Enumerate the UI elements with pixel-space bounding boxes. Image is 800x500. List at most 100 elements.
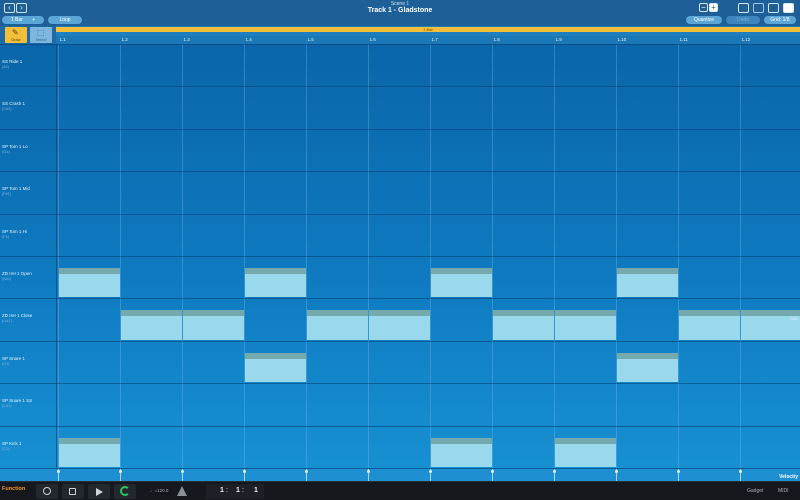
play-button[interactable] (88, 484, 110, 499)
drum-row-note: (C1) (2, 446, 10, 451)
drum-row-note: (G1) (2, 149, 10, 154)
drum-row[interactable]: SS Crash 1 (C#2) (0, 86, 800, 128)
bar-marker: 1.4 (245, 37, 252, 42)
velocity-handle[interactable] (56, 470, 60, 473)
bar-marker: 1.5 (307, 37, 314, 42)
region-bar[interactable]: 1 Bar (56, 27, 800, 32)
note-block[interactable] (430, 268, 492, 298)
drum-row[interactable]: ZD HH 1 Open (A#1) (0, 256, 800, 298)
zoom-in-button[interactable]: + (709, 3, 718, 12)
top-bar: ‹ › Scene 1 Track 1 - Gladstone 1 Bar + … (0, 0, 800, 26)
bar-marker: 1.11 (679, 37, 688, 42)
drum-row-name: ZD HH 1 Open (2, 271, 32, 276)
bar-marker: 1.10 (617, 37, 627, 42)
zoom-out-button[interactable]: − (699, 3, 708, 12)
drum-row-name: ZD HH 1 Close (2, 313, 33, 319)
drum-row-note: (D1) (2, 361, 10, 366)
pencil-icon: ✎ (12, 28, 19, 37)
midi-button[interactable]: MIDI (778, 488, 789, 494)
layout-list-icon[interactable] (768, 3, 779, 13)
velocity-handle[interactable] (428, 470, 432, 473)
drum-row[interactable]: SP Tom 1 Mid (F#1) (0, 171, 800, 213)
note-block[interactable] (740, 310, 800, 340)
bar-marker: 1.2 (121, 37, 128, 42)
velocity-handle[interactable] (366, 470, 370, 473)
select-tool-button[interactable]: ⬚ Select (30, 27, 52, 43)
tempo-display[interactable]: ♩=120.0 (150, 488, 168, 493)
quantize-button[interactable]: Quantize (686, 16, 722, 24)
velocity-handle[interactable] (242, 470, 246, 473)
disabled-button: Undo (726, 16, 760, 24)
note-block[interactable] (306, 310, 368, 340)
metronome-icon[interactable] (177, 486, 187, 496)
note-block[interactable] (120, 310, 182, 340)
velocity-label: Velocity (779, 474, 798, 480)
bar-marker: 1.7 (431, 37, 438, 42)
length-label: 1 Bar (10, 17, 23, 23)
note-block[interactable] (244, 352, 306, 383)
position-display[interactable]: 1 : 1 : 1 (206, 484, 264, 499)
note-block[interactable] (616, 352, 678, 383)
side-note-marker: G#1 (790, 316, 798, 321)
note-block[interactable] (58, 437, 120, 467)
control-bar: Function ♩=120.0 1 : 1 : 1 Gadget MIDI (0, 481, 800, 500)
velocity-handle[interactable] (304, 470, 308, 473)
velocity-handle[interactable] (614, 470, 618, 473)
drum-row-name: SP Tom 1 Mid (2, 186, 30, 192)
drum-row-note: (A2) (2, 65, 10, 69)
cursor-icon: ⬚ (37, 28, 45, 37)
draw-tool-button[interactable]: ✎ Draw (5, 27, 27, 43)
drum-row-name: SP Snare 1 (2, 355, 25, 361)
drum-row-name: SP Snare 1 SS (2, 398, 33, 404)
note-block[interactable] (368, 310, 430, 340)
drum-row[interactable]: SP Snare 1 SS (C#1) (0, 383, 800, 425)
drum-row-name: SP Tom 1 Lo (2, 143, 28, 149)
bar-ruler[interactable]: 1.1 1.2 1.3 1.4 1.5 1.6 1.7 1.8 1.9 1.10 1.11 1.12 (56, 36, 800, 44)
drum-row-note: (A#1) (2, 277, 12, 281)
velocity-handle[interactable] (180, 470, 184, 473)
function-button[interactable]: Function (2, 486, 25, 492)
bar-marker: 1.12 (741, 37, 751, 42)
velocity-strip[interactable]: Velocity (0, 468, 800, 481)
note-block[interactable] (244, 268, 306, 298)
layout-split-icon[interactable] (753, 3, 764, 13)
record-button[interactable] (36, 484, 58, 499)
bar-marker: 1.1 (59, 37, 66, 42)
gadget-button[interactable]: Gadget (747, 488, 763, 494)
drum-row-name: SS Crash 1 (2, 101, 26, 107)
stop-button[interactable] (62, 484, 84, 499)
velocity-handle[interactable] (118, 470, 122, 473)
velocity-handle[interactable] (552, 470, 556, 473)
bar-marker: 1.8 (493, 37, 500, 42)
grid-selector[interactable]: Grid: 1/8 (764, 16, 796, 24)
note-block[interactable] (58, 268, 120, 298)
drum-row[interactable]: SP Tom 1 Lo (G1) (0, 128, 800, 171)
layout-single-icon[interactable] (738, 3, 749, 13)
layout-full-icon[interactable] (783, 3, 794, 13)
note-block[interactable] (554, 437, 616, 467)
velocity-handle[interactable] (738, 470, 742, 473)
play-icon (96, 488, 103, 496)
note-block[interactable] (616, 268, 678, 298)
piano-roll-grid[interactable]: SS Ride 1 (A2) SS Crash 1 (C#2) SP Tom 1 Lo(… (0, 44, 800, 468)
velocity-handle[interactable] (490, 470, 494, 473)
drum-row[interactable]: SS Ride 1 (A2) (0, 44, 800, 86)
note-block[interactable] (554, 310, 616, 340)
note-block[interactable] (678, 310, 740, 340)
note-block[interactable] (182, 310, 244, 340)
drum-row-name: SP Kick 1 (2, 440, 22, 446)
drum-row[interactable]: SP Snare 1 (D1) (0, 340, 800, 383)
note-block[interactable] (430, 437, 492, 467)
drum-row[interactable]: SP Kick 1 (C1) (0, 425, 800, 468)
velocity-handle[interactable] (676, 470, 680, 473)
drum-row-note: (C#2) (2, 107, 12, 112)
bar-marker: 1.9 (555, 37, 562, 42)
length-selector[interactable]: 1 Bar + (2, 16, 44, 24)
loop-button[interactable]: Loop (48, 16, 82, 24)
cycle-icon (120, 486, 130, 496)
cycle-button[interactable] (114, 484, 136, 499)
note-block[interactable] (492, 310, 554, 340)
drum-row[interactable]: SP Tom 1 Hi (F1) (0, 213, 800, 256)
region-strip: 1 Bar (56, 26, 800, 36)
track-title: Track 1 - Gladstone (367, 7, 433, 14)
